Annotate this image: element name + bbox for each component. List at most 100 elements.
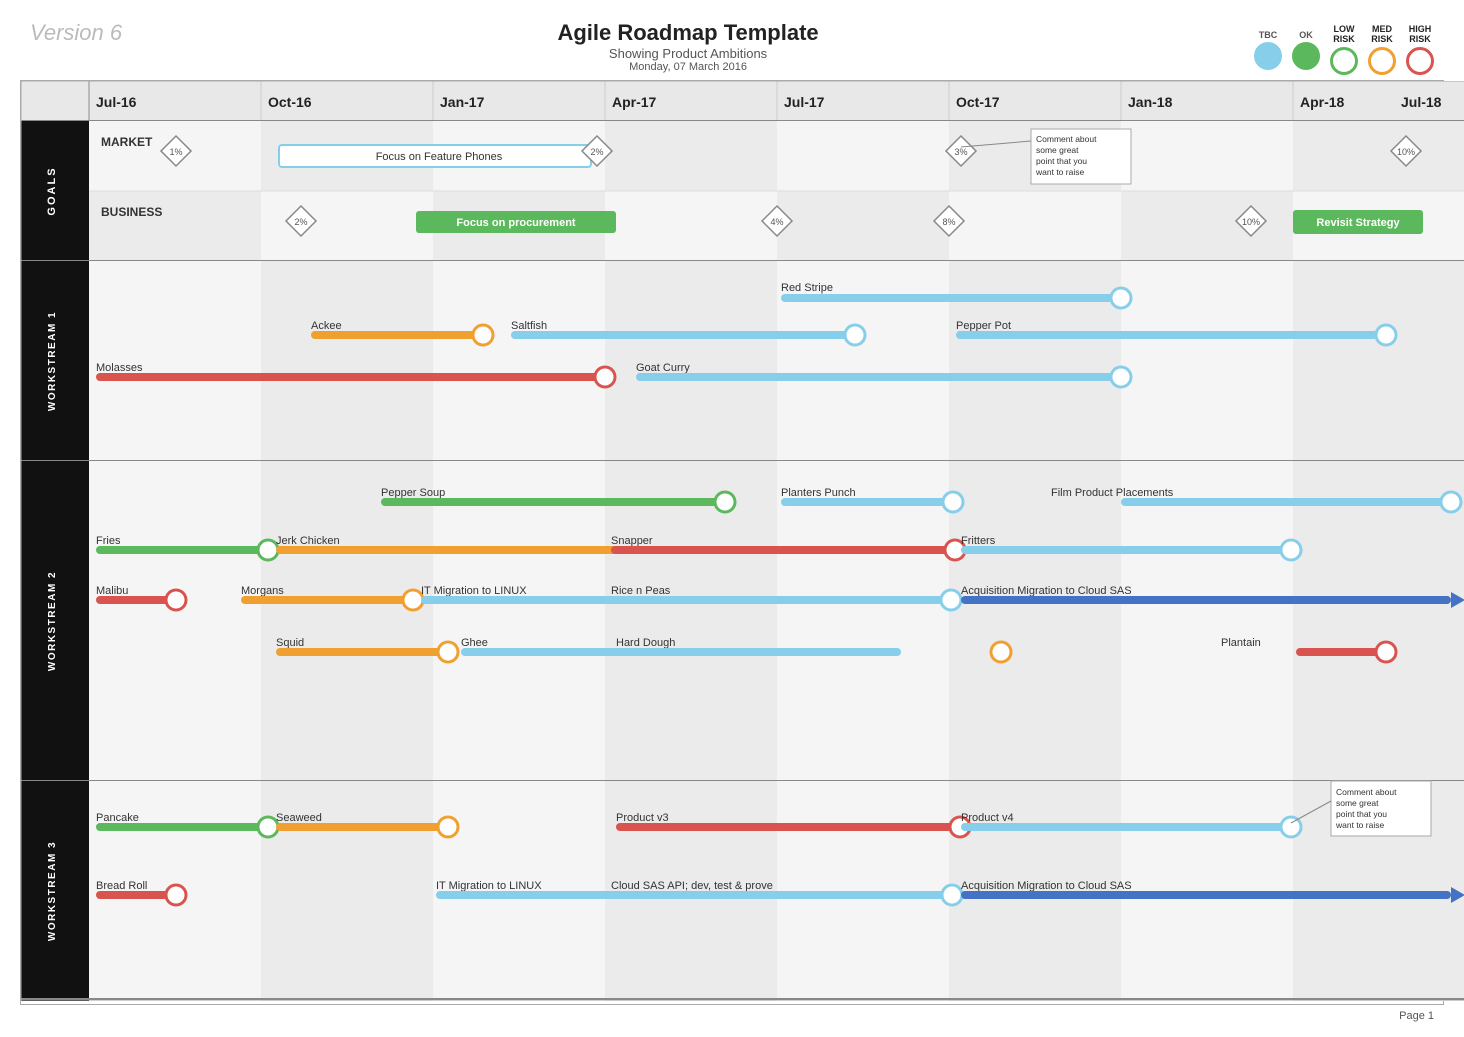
bread-roll-end	[166, 885, 186, 905]
legend-low-circle	[1330, 47, 1358, 75]
goat-curry-end	[1111, 367, 1131, 387]
svg-text:point that you: point that you	[1336, 809, 1387, 819]
svg-text:point that you: point that you	[1036, 156, 1087, 166]
ws3-label: WORKSTREAM 3	[47, 841, 58, 941]
date-label: Monday, 07 March 2016	[557, 61, 818, 73]
milestone-2pct-market-label: 2%	[590, 147, 603, 157]
pancake-label: Pancake	[96, 812, 139, 824]
morgans-end	[403, 590, 423, 610]
bread-roll-label: Bread Roll	[96, 880, 147, 892]
svg-text:some great: some great	[1036, 145, 1079, 155]
milestone-10pct-biz-label: 10%	[1242, 217, 1260, 227]
tl-jan18: Jan-18	[1128, 94, 1173, 110]
tl-jan17: Jan-17	[440, 94, 485, 110]
hard-dough-label: Hard Dough	[616, 637, 675, 649]
ghee-hard-bar	[461, 648, 901, 656]
page-title: Agile Roadmap Template	[557, 20, 818, 46]
subtitle: Showing Product Ambitions	[557, 46, 818, 61]
malibu-label: Malibu	[96, 585, 128, 597]
molasses-end	[595, 367, 615, 387]
plantain-label: Plantain	[1221, 637, 1261, 649]
film-placements-bar	[1121, 498, 1451, 506]
legend: TBC OK LOWRISK MEDRISK HIGHRISK	[1254, 20, 1434, 75]
molasses-bar	[96, 373, 605, 381]
rice-peas-label: Rice n Peas	[611, 585, 671, 597]
ghee-label: Ghee	[461, 637, 488, 649]
pepper-pot-label: Pepper Pot	[956, 320, 1011, 332]
pepper-pot-bar	[956, 331, 1386, 339]
pepper-pot-end	[1376, 325, 1396, 345]
ackee-label: Ackee	[311, 320, 342, 332]
acq-migration-ws3-label: Acquisition Migration to Cloud SAS	[961, 880, 1132, 892]
fritters-bar	[961, 546, 1291, 554]
milestone-3pct-label: 3%	[954, 147, 967, 157]
squid-end	[438, 642, 458, 662]
roadmap-container: Jul-16 Oct-16 Jan-17 Apr-17 Jul-17 Oct-1…	[20, 80, 1444, 1005]
svg-text:want to raise: want to raise	[1335, 820, 1384, 830]
squid-bar	[276, 648, 448, 656]
seaweed-label: Seaweed	[276, 812, 322, 824]
snapper-bar	[611, 546, 955, 554]
red-stripe-end	[1111, 288, 1131, 308]
it-cloud-ws3-bar	[436, 891, 952, 899]
cloud-sas-api-label: Cloud SAS API; dev, test & prove	[611, 880, 773, 892]
fritters-end	[1281, 540, 1301, 560]
jerk-chicken-label: Jerk Chicken	[276, 535, 340, 547]
malibu-bar	[96, 596, 176, 604]
red-stripe-label: Red Stripe	[781, 282, 833, 294]
it-rice-bar	[421, 596, 951, 604]
saltfish-end	[845, 325, 865, 345]
fritters-label: Fritters	[961, 535, 996, 547]
focus-feature-phones-text: Focus on Feature Phones	[376, 151, 503, 163]
focus-procurement-text: Focus on procurement	[456, 217, 576, 229]
pepper-soup-label: Pepper Soup	[381, 487, 445, 499]
ackee-end	[473, 325, 493, 345]
it-migration-ws3-label: IT Migration to LINUX	[436, 880, 542, 892]
saltfish-bar	[511, 331, 855, 339]
tl-oct16: Oct-16	[268, 94, 312, 110]
milestone-8pct-label: 8%	[942, 217, 955, 227]
planters-punch-bar	[781, 498, 953, 506]
product-v4-end	[1281, 817, 1301, 837]
market-label: MARKET	[101, 135, 153, 149]
milestone-1pct-label: 1%	[169, 147, 182, 157]
legend-med-risk: MEDRISK	[1368, 25, 1396, 75]
legend-med-circle	[1368, 47, 1396, 75]
snapper-label: Snapper	[611, 535, 653, 547]
squid-label: Squid	[276, 637, 304, 649]
goals-label: GOALS	[46, 166, 58, 215]
tl-jul18: Jul-18	[1401, 94, 1442, 110]
morgans-label: Morgans	[241, 585, 284, 597]
fries-label: Fries	[96, 535, 121, 547]
page-number: Page 1	[10, 1005, 1454, 1027]
page: Version 6 Agile Roadmap Template Showing…	[0, 0, 1464, 1037]
cloud-end-ws3	[942, 885, 962, 905]
product-v3-label: Product v3	[616, 812, 669, 824]
product-v4-label: Product v4	[961, 812, 1014, 824]
svg-text:want to raise: want to raise	[1035, 167, 1084, 177]
legend-tbc: TBC	[1254, 30, 1282, 70]
red-stripe-bar	[781, 294, 1121, 302]
tl-apr17: Apr-17	[612, 94, 657, 110]
goat-curry-bar	[636, 373, 1121, 381]
film-placements-end	[1441, 492, 1461, 512]
pepper-soup-bar	[381, 498, 725, 506]
legend-ok: OK	[1292, 30, 1320, 70]
legend-ok-circle	[1292, 42, 1320, 70]
milestone-10pct-market-label: 10%	[1397, 147, 1415, 157]
fries-end	[258, 540, 278, 560]
film-placements-label: Film Product Placements	[1051, 487, 1174, 499]
acq-migration-ws3-bar	[961, 891, 1451, 899]
planters-punch-label: Planters Punch	[781, 487, 856, 499]
ws1-label: WORKSTREAM 1	[47, 311, 58, 411]
product-v4-bar	[961, 823, 1291, 831]
tl-oct17: Oct-17	[956, 94, 1000, 110]
seaweed-bar	[276, 823, 448, 831]
molasses-label: Molasses	[96, 362, 143, 374]
svg-text:some great: some great	[1336, 798, 1379, 808]
plantain-end	[1376, 642, 1396, 662]
seaweed-end	[438, 817, 458, 837]
jerk-chicken-bar	[276, 546, 620, 554]
pancake-end	[258, 817, 278, 837]
ws2-label: WORKSTREAM 2	[47, 571, 58, 671]
